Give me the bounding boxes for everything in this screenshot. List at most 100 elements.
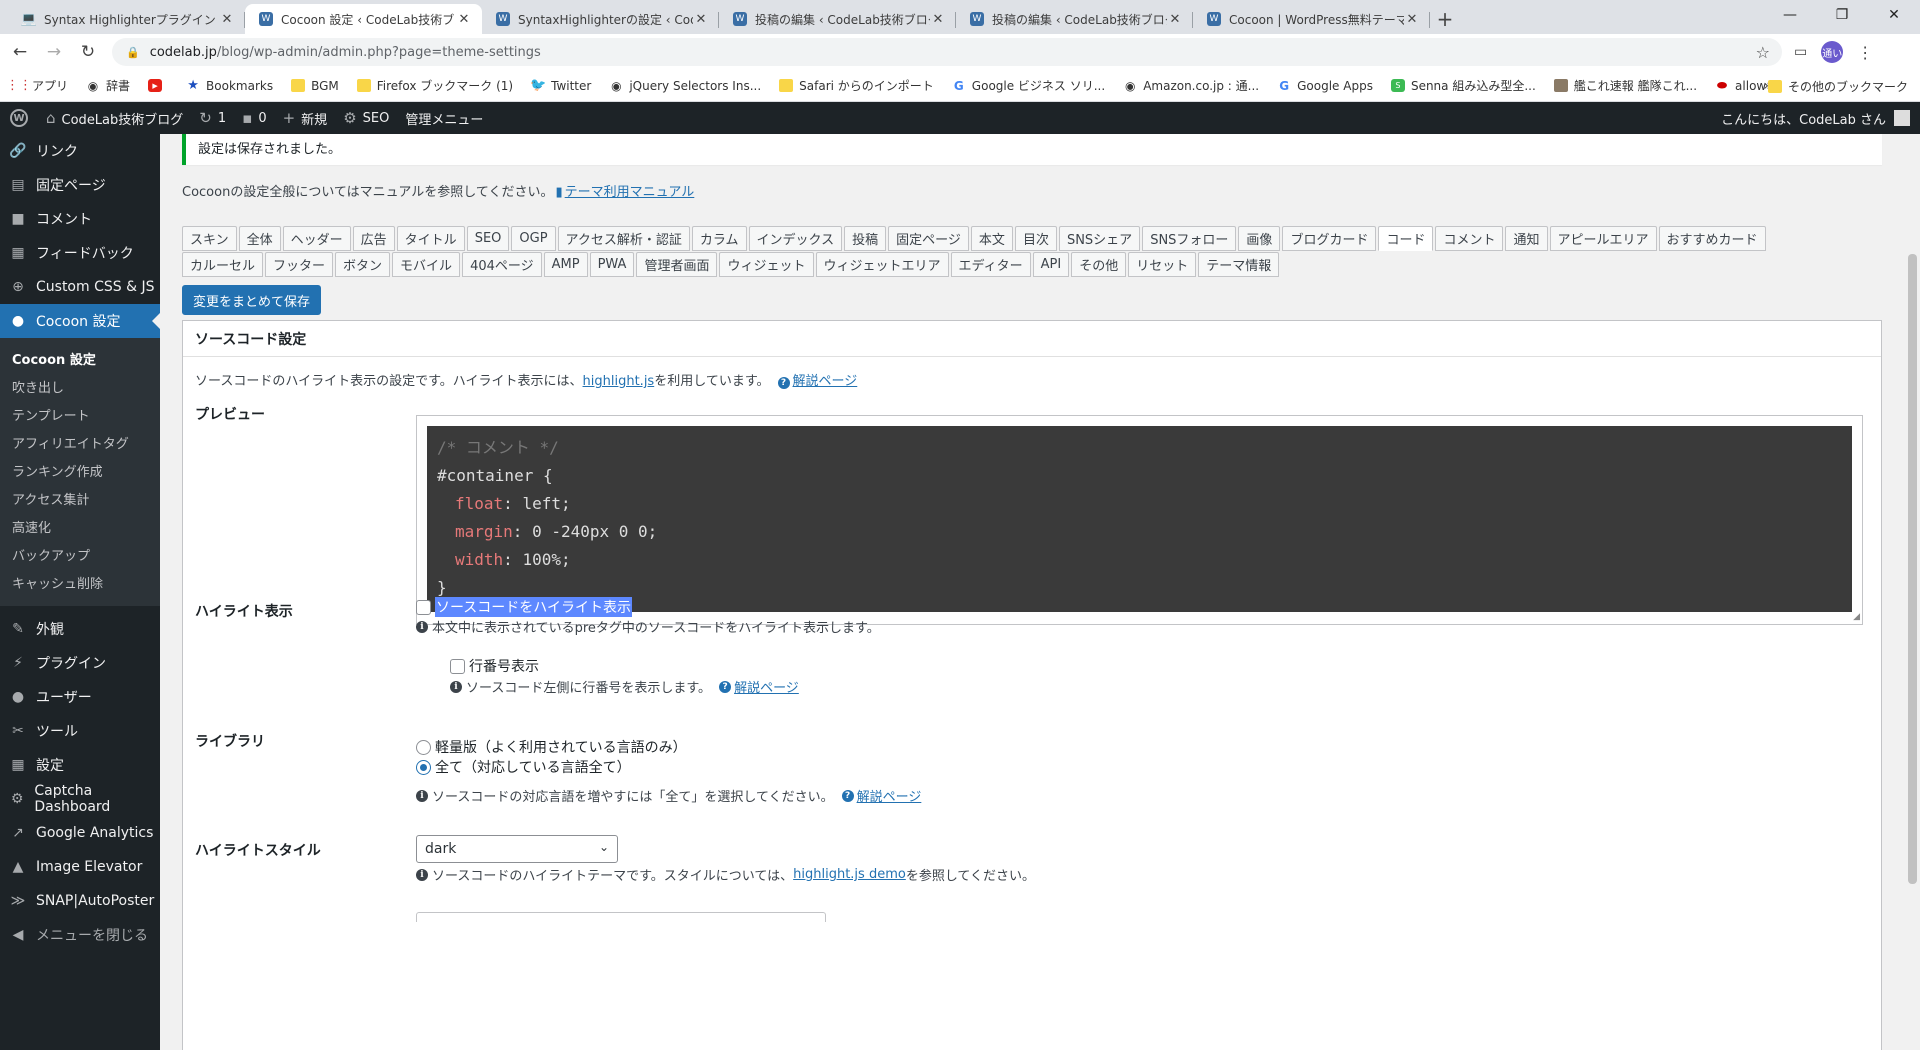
settings-tab[interactable]: エディター [950, 252, 1031, 277]
sidebar-item[interactable]: ● ユーザー [0, 680, 160, 714]
settings-tab[interactable]: PWA [589, 252, 635, 277]
highlight-checkbox[interactable]: ソースコードをハイライト表示 [416, 597, 633, 617]
bookmark-item[interactable]: G Google ビジネス ソリ... [952, 77, 1105, 94]
help-link[interactable]: 解説ページ [793, 374, 858, 389]
browser-tab[interactable]: W Cocoon | WordPress無料テーマ ✕ [1193, 4, 1430, 34]
settings-tab[interactable]: スキン [182, 226, 237, 251]
bookmark-item[interactable]: ◉ jQuery Selectors Ins... [609, 79, 761, 93]
reload-button[interactable]: ↻ [74, 38, 102, 66]
browser-tab[interactable]: W 投稿の編集 ‹ CodeLab技術ブログ —✕ [719, 4, 956, 34]
bookmark-item[interactable]: 🐦 Twitter [530, 78, 591, 93]
settings-tab[interactable]: ウィジェット [719, 252, 814, 277]
seo-link[interactable]: ⚙ SEO [335, 102, 397, 134]
bookmark-item[interactable]: ◉ 辞書 [86, 77, 130, 94]
settings-tab[interactable]: 通知 [1505, 226, 1548, 251]
settings-tab[interactable]: 全体 [238, 226, 281, 251]
bookmark-item[interactable]: S Senna 組み込み型全... [1390, 77, 1536, 94]
sidebar-item[interactable]: ⊕ Custom CSS & JS [0, 270, 160, 304]
forward-button[interactable]: → [40, 38, 68, 66]
library-radio-all[interactable]: 全て（対応している言語全て） [416, 757, 631, 777]
settings-tab[interactable]: API [1032, 252, 1070, 277]
close-tab-icon[interactable]: ✕ [456, 12, 472, 27]
browser-tab[interactable]: W Cocoon 設定 ‹ CodeLab技術ブログ✕ [245, 4, 482, 34]
bookmark-item[interactable]: 艦これ速報 艦隊これ... [1553, 77, 1697, 94]
settings-tab[interactable]: SEO [466, 226, 510, 251]
submenu-item[interactable]: 吹き出し [0, 372, 160, 400]
settings-tab[interactable]: OGP [511, 226, 556, 251]
help-link[interactable]: 解説ページ [857, 786, 922, 805]
menu-kebab-icon[interactable]: ⋮ [1857, 43, 1873, 62]
settings-tab[interactable]: インデックス [748, 226, 843, 251]
settings-tab[interactable]: 管理者画面 [636, 252, 718, 277]
checkbox[interactable] [450, 658, 465, 674]
bookmark-item[interactable]: G Google Apps [1277, 79, 1373, 93]
settings-tab[interactable]: 固定ページ [888, 226, 969, 251]
browser-tab[interactable]: W SyntaxHighlighterの設定 ‹ CodeLa✕ [482, 4, 719, 34]
style-select[interactable]: dark ⌄ [416, 835, 618, 863]
sidebar-item[interactable]: 🔗 リンク [0, 134, 160, 168]
sidebar-item[interactable]: ↗ Google Analytics [0, 816, 160, 850]
browser-tab[interactable]: W 投稿の編集 ‹ CodeLab技術ブログ —✕ [956, 4, 1193, 34]
url-field[interactable]: 🔒 codelab.jp/blog/wp-admin/admin.php?pag… [112, 38, 1782, 66]
bookmark-item[interactable]: ★ Bookmarks [186, 78, 273, 93]
settings-tab[interactable]: AMP [543, 252, 588, 277]
submenu-item[interactable]: アフィリエイトタグ [0, 428, 160, 456]
settings-tab[interactable]: SNSシェア [1058, 226, 1141, 251]
close-tab-icon[interactable]: ✕ [930, 12, 946, 27]
minimize-button[interactable]: — [1764, 0, 1816, 30]
scrollbar-thumb[interactable] [1908, 254, 1917, 884]
settings-tab[interactable]: 画像 [1238, 226, 1281, 251]
submenu-item[interactable]: Cocoon 設定 [0, 344, 160, 372]
sidebar-item-cocoon-settings[interactable]: ● Cocoon 設定 [0, 304, 160, 338]
sidebar-item[interactable]: ▦ 設定 [0, 748, 160, 782]
wp-logo[interactable]: W [0, 102, 38, 134]
sidebar-item[interactable]: ▲ Image Elevator [0, 850, 160, 884]
settings-tab[interactable]: カラム [691, 226, 747, 251]
bookmark-star-icon[interactable]: ☆ [1756, 43, 1770, 62]
other-bookmarks[interactable]: その他のブックマーク [1767, 70, 1908, 102]
bookmark-item[interactable]: Firefox ブックマーク (1) [356, 77, 513, 94]
settings-tab[interactable]: ボタン [335, 252, 391, 277]
manual-link[interactable]: テーマ利用マニュアル [565, 185, 695, 200]
bookmark-item[interactable]: ⋮⋮ アプリ [6, 77, 68, 94]
site-name[interactable]: ⌂ CodeLab技術ブログ [38, 102, 191, 134]
resize-handle-icon[interactable]: ◢ [1853, 612, 1860, 622]
close-window-button[interactable]: ✕ [1868, 0, 1920, 30]
submenu-item[interactable]: アクセス集計 [0, 484, 160, 512]
new-tab-button[interactable]: + [1430, 4, 1460, 34]
help-link[interactable]: 解説ページ [734, 677, 799, 696]
radio[interactable] [416, 739, 431, 755]
profile-avatar[interactable]: 通い [1821, 41, 1844, 63]
settings-tab[interactable]: テーマ情報 [1198, 252, 1280, 277]
submenu-item[interactable]: 高速化 [0, 512, 160, 540]
maximize-button[interactable]: ❐ [1816, 0, 1868, 30]
bookmark-item[interactable]: ⬬ allow [1715, 78, 1766, 93]
settings-tab[interactable]: 404ページ [462, 252, 542, 277]
line-number-checkbox[interactable]: 行番号表示 [450, 656, 539, 676]
settings-tab[interactable]: アピールエリア [1549, 226, 1657, 251]
new-content-link[interactable]: + 新規 [275, 102, 336, 134]
back-button[interactable]: ← [6, 38, 34, 66]
bookmark-item[interactable]: ▶ [148, 79, 168, 92]
sidebar-item[interactable]: ▦ フィードバック [0, 236, 160, 270]
settings-tab[interactable]: 広告 [352, 226, 395, 251]
submenu-item[interactable]: ランキング作成 [0, 456, 160, 484]
admin-menu-link[interactable]: 管理メニュー [397, 102, 491, 134]
settings-tab[interactable]: フッター [265, 252, 334, 277]
settings-tab[interactable]: SNSフォロー [1142, 226, 1237, 251]
sidebar-item[interactable]: ■ コメント [0, 202, 160, 236]
save-all-button[interactable]: 変更をまとめて保存 [182, 285, 322, 315]
settings-tab[interactable]: タイトル [396, 226, 465, 251]
next-field-box[interactable] [416, 912, 826, 922]
settings-tab[interactable]: アクセス解析・認証 [557, 226, 690, 251]
settings-tab[interactable]: リセット [1128, 252, 1197, 277]
settings-tab[interactable]: カルーセル [182, 252, 264, 277]
sidebar-item[interactable]: ✂ ツール [0, 714, 160, 748]
settings-tab[interactable]: 目次 [1014, 226, 1057, 251]
close-tab-icon[interactable]: ✕ [1404, 12, 1420, 27]
sidebar-item[interactable]: ⚡ プラグイン [0, 646, 160, 680]
close-tab-icon[interactable]: ✕ [219, 12, 235, 27]
checkbox[interactable] [416, 599, 431, 615]
close-tab-icon[interactable]: ✕ [1167, 12, 1183, 27]
sidebar-item[interactable]: ≫ SNAP|AutoPoster [0, 884, 160, 918]
